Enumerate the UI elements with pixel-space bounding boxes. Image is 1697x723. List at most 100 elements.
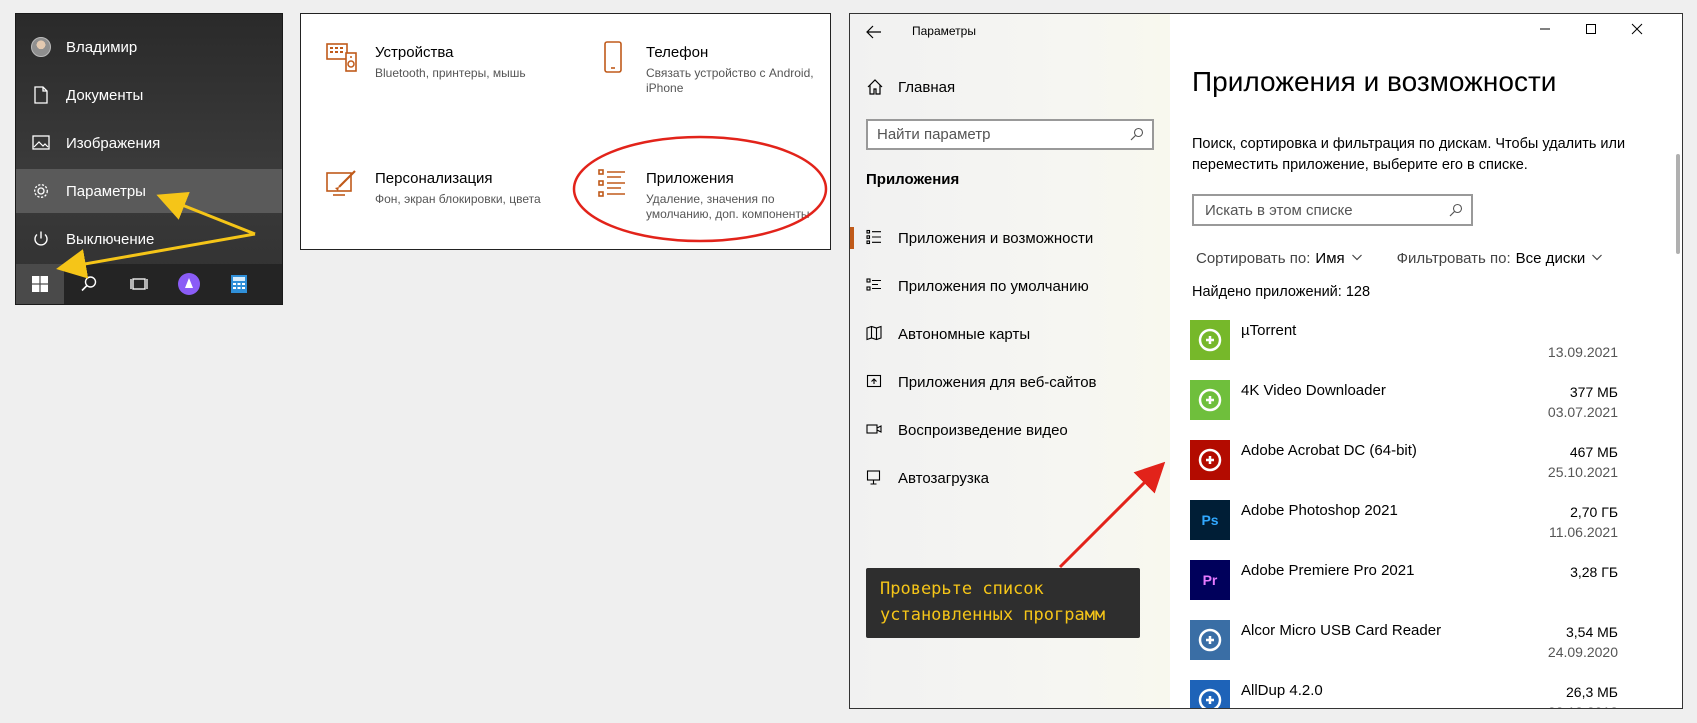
category-apps[interactable]: Приложения Удаление, значения по умолчан… — [596, 166, 816, 222]
apps-list-icon — [596, 166, 632, 202]
category-phone-title: Телефон — [646, 44, 709, 61]
app-date: 13.09.2021 — [1547, 344, 1618, 360]
nav-home-label: Главная — [898, 78, 956, 96]
start-documents-label: Документы — [66, 86, 144, 104]
category-apps-desc: Удаление, значения по умолчанию, доп. ко… — [646, 192, 810, 221]
4k-video-icon — [1190, 380, 1230, 420]
scrollbar[interactable] — [1676, 154, 1680, 254]
default-apps-icon — [866, 277, 884, 295]
alldup-icon — [1190, 680, 1230, 708]
callout-line-1: Проверьте список — [880, 579, 1044, 599]
app-name: Adobe Premiere Pro 2021 — [1241, 562, 1415, 579]
calculator-icon[interactable] — [214, 264, 264, 304]
app-size: 3,28 ГБ — [1570, 564, 1618, 580]
nav-default-apps[interactable]: Приложения по умолчанию — [850, 266, 1170, 306]
document-icon — [30, 84, 52, 106]
nav-startup[interactable]: Автозагрузка — [850, 458, 1170, 498]
app-date: 23.12.2018 — [1548, 704, 1618, 708]
app-name: Alcor Micro USB Card Reader — [1241, 622, 1442, 639]
image-icon — [30, 132, 52, 154]
app-date: 11.06.2021 — [1548, 524, 1618, 540]
category-personalization[interactable]: Персонализация Фон, экран блокировки, цв… — [325, 166, 545, 207]
app-name: 4K Video Downloader — [1241, 382, 1386, 399]
sort-dropdown[interactable]: Сортировать по: Имя — [1196, 250, 1363, 267]
app-size: 467 МБ — [1569, 444, 1618, 460]
gear-icon — [30, 180, 52, 202]
filter-label: Фильтровать по: — [1396, 250, 1511, 267]
app-date: 25.10.2021 — [1547, 464, 1618, 480]
category-devices-title: Устройства — [375, 44, 454, 61]
devices-icon — [325, 40, 361, 76]
app-list-search-placeholder: Искать в этом списке — [1205, 201, 1353, 219]
start-shutdown[interactable]: Выключение — [16, 217, 282, 261]
start-menu: Владимир Документы Изображения Параметры… — [15, 13, 283, 305]
nav-offline-maps[interactable]: Автономные карты — [850, 314, 1170, 354]
app-name: AllDup 4.2.0 — [1241, 682, 1323, 699]
settings-search-placeholder: Найти параметр — [877, 126, 991, 143]
app-icon-abbr: Pr — [1202, 572, 1218, 588]
minimize-icon[interactable] — [1522, 14, 1568, 44]
nav-web-apps[interactable]: Приложения для веб-сайтов — [850, 362, 1170, 402]
phone-icon — [596, 40, 632, 76]
settings-main: Приложения и возможности Поиск, сортиров… — [1170, 14, 1682, 708]
nav-web-apps-label: Приложения для веб-сайтов — [898, 373, 1097, 391]
app-size: 2,70 ГБ — [1570, 504, 1618, 520]
app-name: Adobe Acrobat DC (64-bit) — [1241, 442, 1417, 459]
category-personalization-desc: Фон, экран блокировки, цвета — [375, 192, 541, 206]
annotation-callout: Проверьте список установленных программ — [866, 568, 1140, 638]
photoshop-icon: Ps — [1190, 500, 1230, 540]
app-row[interactable]: Pr Adobe Premiere Pro 2021 3,28 ГБ — [1190, 560, 1630, 620]
app-name: Adobe Photoshop 2021 — [1241, 502, 1398, 519]
start-shutdown-label: Выключение — [66, 230, 155, 248]
app-list-search-input[interactable]: Искать в этом списке — [1192, 194, 1473, 226]
category-personalization-title: Персонализация — [375, 170, 493, 187]
start-settings[interactable]: Параметры — [16, 169, 282, 213]
search-icon — [1130, 127, 1144, 141]
utorrent-icon — [1190, 320, 1230, 360]
start-images[interactable]: Изображения — [16, 121, 282, 165]
app-size: 3,54 МБ — [1566, 624, 1618, 640]
search-icon[interactable] — [64, 264, 114, 304]
app-row[interactable]: Alcor Micro USB Card Reader 3,54 МБ 24.09.… — [1190, 620, 1630, 680]
filter-value: Все диски — [1515, 250, 1586, 267]
nav-apps-features-label: Приложения и возможности — [898, 229, 1094, 247]
sort-label: Сортировать по: — [1196, 250, 1311, 267]
app-row[interactable]: Ps Adobe Photoshop 2021 2,70 ГБ 11.06.2021 — [1190, 500, 1630, 560]
settings-search-input[interactable]: Найти параметр — [866, 119, 1154, 150]
app-size: 26,3 МБ — [1566, 684, 1618, 700]
app-icon-abbr: Ps — [1201, 512, 1219, 528]
web-apps-icon — [866, 373, 884, 391]
nav-apps-features[interactable]: Приложения и возможности — [850, 218, 1170, 258]
assistant-icon[interactable] — [164, 264, 214, 304]
window-title: Параметры — [912, 24, 976, 38]
start-documents[interactable]: Документы — [16, 73, 282, 117]
page-title: Приложения и возможности — [1192, 66, 1557, 97]
filter-dropdown[interactable]: Фильтровать по: Все диски — [1397, 250, 1604, 267]
category-devices-desc: Bluetooth, принтеры, мышь — [375, 66, 526, 80]
app-row[interactable]: AllDup 4.2.0 26,3 МБ 23.12.2018 — [1190, 680, 1630, 708]
back-arrow-icon[interactable] — [864, 22, 888, 46]
category-phone[interactable]: Телефон Связать устройство с Android, iP… — [596, 40, 816, 96]
chevron-down-icon — [1591, 250, 1603, 267]
search-icon — [1449, 203, 1463, 217]
nav-startup-label: Автозагрузка — [898, 469, 989, 487]
close-icon[interactable] — [1614, 14, 1660, 44]
category-devices[interactable]: Устройства Bluetooth, принтеры, мышь — [325, 40, 545, 81]
app-row[interactable]: µTorrent 13.09.2021 — [1190, 320, 1630, 380]
nav-offline-maps-label: Автономные карты — [898, 325, 1031, 343]
apps-found-count: Найдено приложений: 128 — [1192, 284, 1371, 300]
nav-default-apps-label: Приложения по умолчанию — [898, 277, 1089, 295]
start-user[interactable]: Владимир — [16, 25, 282, 69]
task-view-icon[interactable] — [114, 264, 164, 304]
app-size: 377 МБ — [1569, 384, 1618, 400]
nav-video-playback-label: Воспроизведение видео — [898, 421, 1068, 439]
premiere-icon: Pr — [1190, 560, 1230, 600]
nav-video-playback[interactable]: Воспроизведение видео — [850, 410, 1170, 450]
home-icon — [866, 78, 884, 96]
nav-home[interactable]: Главная — [866, 78, 955, 96]
windows-start-icon[interactable] — [16, 264, 64, 304]
start-settings-label: Параметры — [66, 182, 146, 200]
app-row[interactable]: Adobe Acrobat DC (64-bit) 467 МБ 25.10.202… — [1190, 440, 1630, 500]
maximize-icon[interactable] — [1568, 14, 1614, 44]
app-row[interactable]: 4K Video Downloader 377 МБ 03.07.2021 — [1190, 380, 1630, 440]
